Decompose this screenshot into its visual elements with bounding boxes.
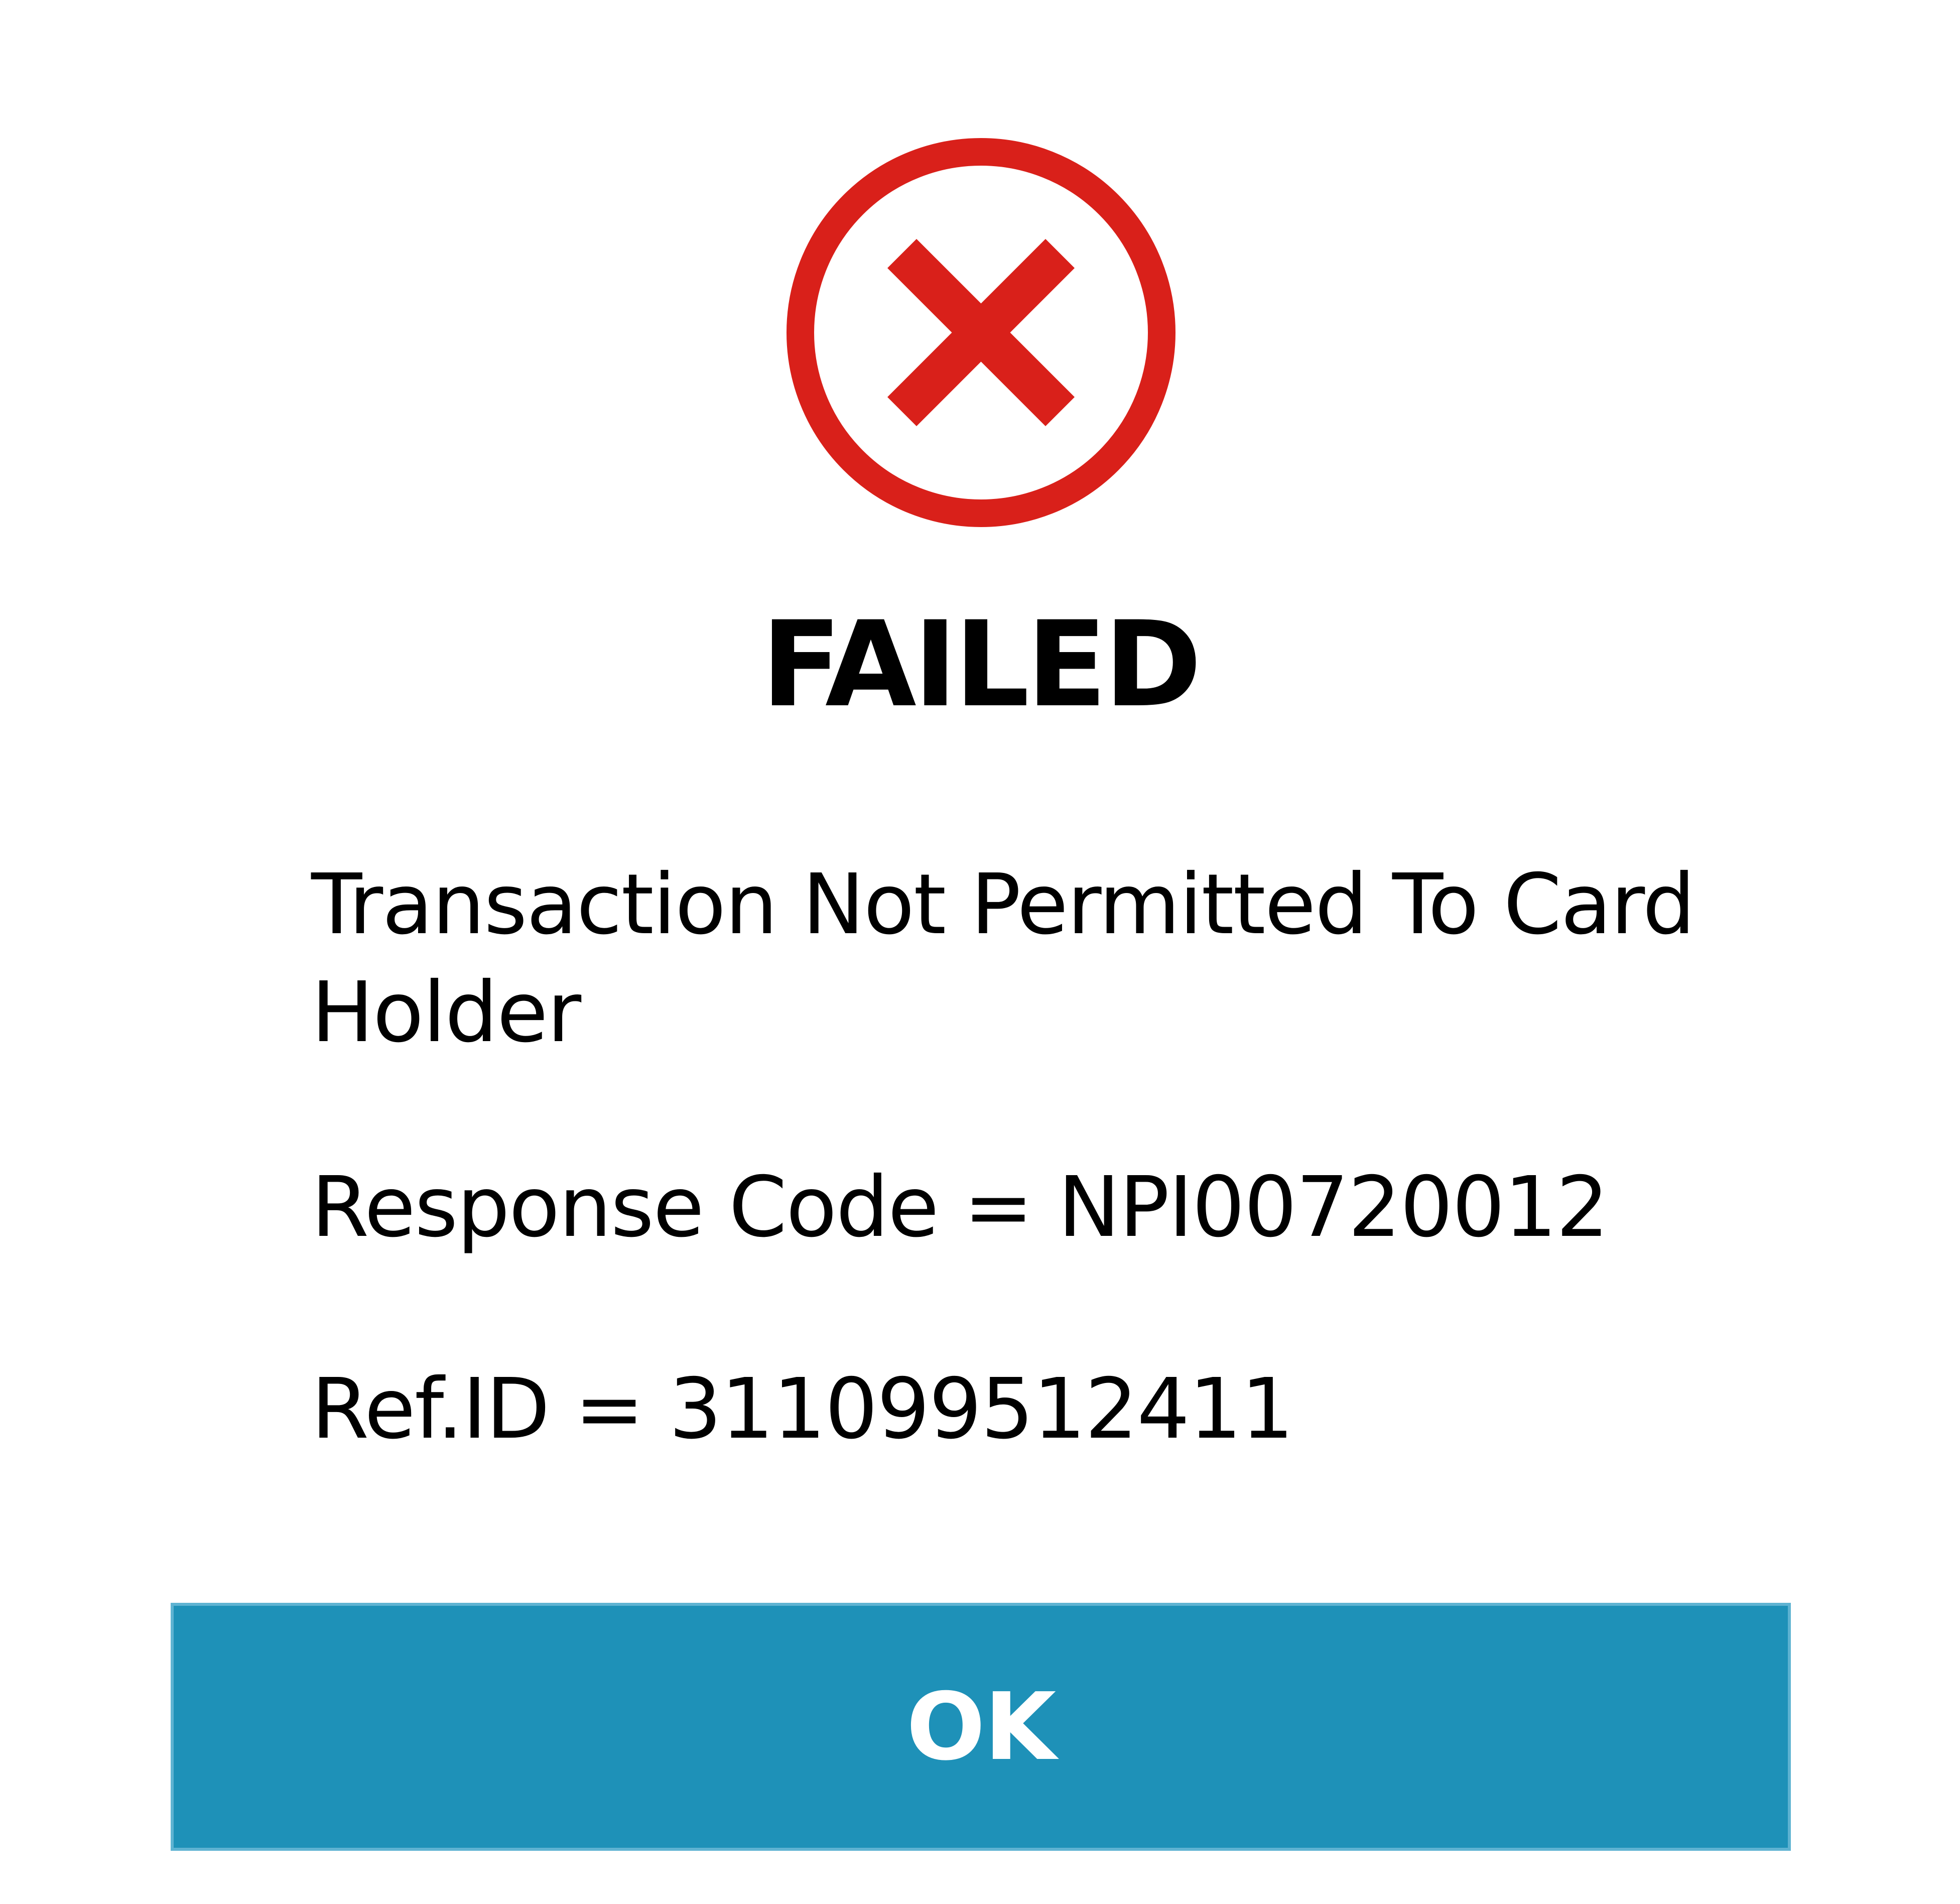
failure-dialog: FAILED Transaction Not Permitted To Card…: [0, 0, 1960, 1904]
ok-button-label: OK: [906, 1673, 1057, 1781]
error-message: Transaction Not Permitted To Card Holder: [311, 856, 1695, 1061]
reference-id: Ref.ID = 311099512411: [311, 1361, 1294, 1458]
ok-button[interactable]: OK: [171, 1603, 1791, 1851]
status-title: FAILED: [761, 596, 1202, 733]
close-circle-icon: [787, 138, 1175, 527]
response-code: Response Code = NPI00720012: [311, 1159, 1609, 1256]
